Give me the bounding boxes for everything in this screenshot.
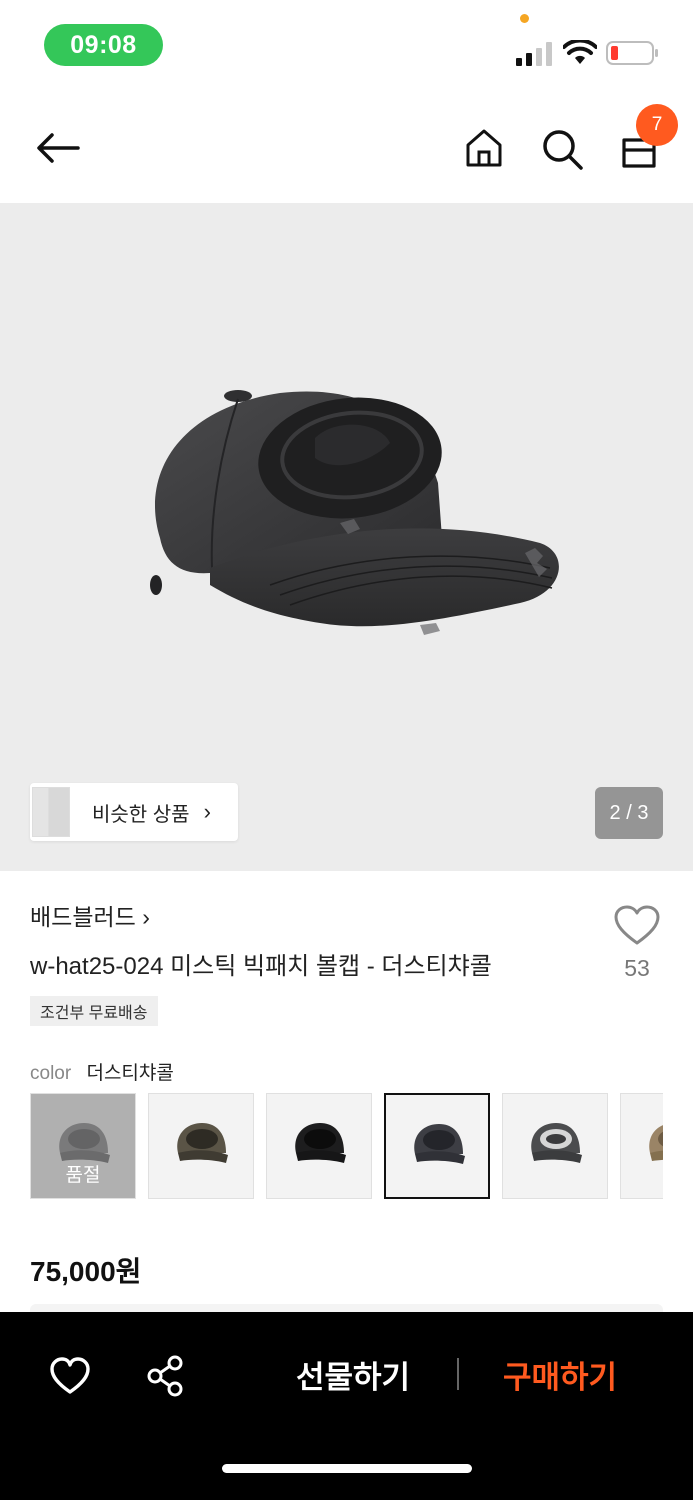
bar-divider xyxy=(457,1358,459,1390)
product-price: 75,000원 xyxy=(30,1256,142,1287)
cap-thumbnail xyxy=(295,1123,346,1163)
color-swatch-list: 품절 xyxy=(30,1093,663,1201)
cap-thumbnail xyxy=(649,1125,663,1161)
home-indicator xyxy=(222,1464,472,1473)
color-swatch-camo-brown[interactable] xyxy=(148,1093,254,1199)
home-icon[interactable] xyxy=(462,126,506,170)
status-bar: 09:08 xyxy=(0,0,693,90)
privacy-indicator-dot xyxy=(520,14,529,23)
like-count: 53 xyxy=(624,955,650,981)
status-time: 09:08 xyxy=(44,24,163,66)
color-swatch-black[interactable] xyxy=(266,1093,372,1199)
color-swatch-charcoal-grey[interactable] xyxy=(502,1093,608,1199)
gift-button[interactable]: 선물하기 xyxy=(296,1352,410,1397)
product-image-gallery[interactable]: 비슷한 상품 › 2 / 3 xyxy=(0,203,693,871)
like-button[interactable]: 53 xyxy=(612,904,662,982)
back-arrow-icon[interactable] xyxy=(30,126,84,170)
color-swatch-grey[interactable]: 품절 xyxy=(30,1093,136,1199)
share-icon[interactable] xyxy=(144,1354,188,1398)
wifi-icon xyxy=(563,40,597,64)
brand-link[interactable]: 배드블러드 › xyxy=(30,898,150,932)
cap-thumbnail xyxy=(177,1123,228,1163)
chevron-right-icon: › xyxy=(203,799,211,824)
cap-thumbnail xyxy=(531,1123,582,1163)
color-label: color xyxy=(30,1063,72,1084)
buy-button[interactable]: 구매하기 xyxy=(503,1352,617,1397)
similar-products-button[interactable]: 비슷한 상품 › xyxy=(30,783,238,841)
heart-icon xyxy=(614,905,660,945)
image-page-indicator: 2 / 3 xyxy=(595,787,663,839)
product-title: w-hat25-024 미스틱 빅패치 볼캡 - 더스티챠콜 xyxy=(30,953,492,980)
similar-products-label: 비슷한 상품 xyxy=(92,803,190,826)
cap-thumbnail xyxy=(414,1124,465,1164)
color-swatch-dusty-charcoal[interactable] xyxy=(384,1093,490,1199)
battery-icon xyxy=(606,41,658,65)
signal-icon xyxy=(516,42,552,66)
similar-products-thumbnail xyxy=(30,783,92,841)
color-option-header: color 더스티챠콜 xyxy=(30,1058,174,1085)
soldout-label: 품절 xyxy=(65,1165,101,1186)
top-nav: 7 xyxy=(0,100,693,200)
shipping-badge: 조건부 무료배송 xyxy=(30,996,158,1026)
product-image xyxy=(150,390,559,635)
heart-icon[interactable] xyxy=(48,1354,92,1398)
cart-count-badge: 7 xyxy=(636,104,678,146)
color-swatch-beige[interactable] xyxy=(620,1093,663,1199)
selected-color-value: 더스티챠콜 xyxy=(86,1063,174,1084)
search-icon[interactable] xyxy=(539,126,585,172)
